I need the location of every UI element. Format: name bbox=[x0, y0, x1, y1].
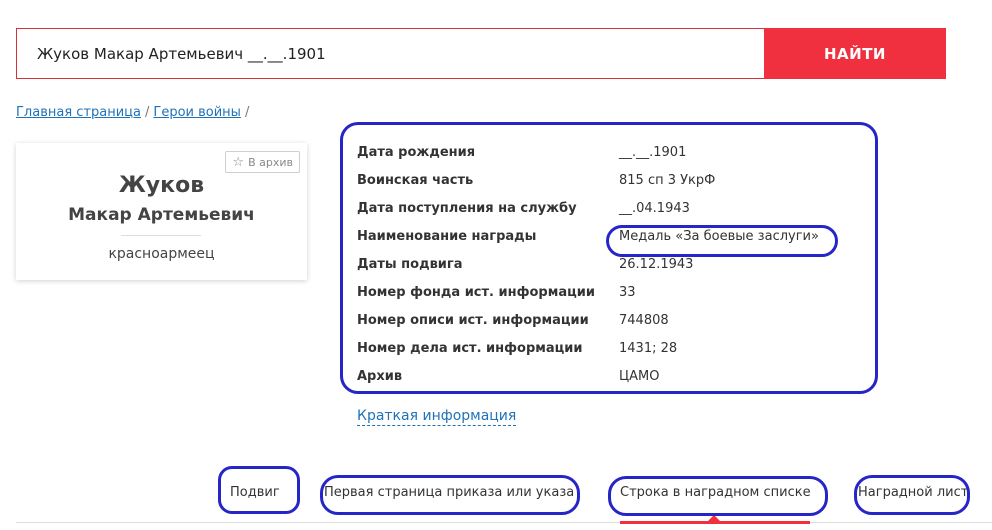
tab-feat[interactable]: Подвиг bbox=[230, 485, 280, 500]
card-divider bbox=[121, 235, 201, 236]
archive-button-label: В архив bbox=[248, 155, 293, 169]
breadcrumb-separator: / bbox=[145, 105, 150, 120]
info-value: 744808 bbox=[619, 313, 669, 328]
tab-order-first-page[interactable]: Первая страница приказа или указа bbox=[324, 485, 574, 500]
info-value: 815 сп 3 УкрФ bbox=[619, 173, 716, 188]
tab-award-sheet[interactable]: Наградной лист bbox=[858, 485, 968, 500]
person-rank: красноармеец bbox=[108, 246, 215, 262]
info-label: Номер фонда ист. информации bbox=[357, 285, 595, 300]
info-label: Номер описи ист. информации bbox=[357, 313, 589, 328]
info-value: 33 bbox=[619, 285, 636, 300]
info-label: Дата рождения bbox=[357, 145, 476, 160]
active-tab-caret-icon bbox=[707, 515, 721, 522]
info-label: Дата поступления на службу bbox=[357, 201, 577, 216]
info-value: __.__.1901 bbox=[619, 145, 687, 160]
person-surname: Жуков bbox=[118, 173, 205, 198]
info-label: Номер дела ист. информации bbox=[357, 341, 583, 356]
info-value: 1431; 28 bbox=[619, 341, 678, 356]
short-info-link[interactable]: Краткая информация bbox=[357, 408, 517, 426]
breadcrumb: Главная страница / Герои войны / bbox=[16, 105, 253, 120]
search-input[interactable]: Жуков Макар Артемьевич __.__.1901 bbox=[16, 28, 764, 79]
breadcrumb-section-link[interactable]: Герои войны bbox=[153, 105, 241, 120]
info-value: 26.12.1943 bbox=[619, 257, 694, 272]
person-given-names: Макар Артемьевич bbox=[68, 205, 255, 225]
info-label: Воинская часть bbox=[357, 173, 474, 188]
info-value: ЦАМО bbox=[619, 369, 660, 384]
breadcrumb-home-link[interactable]: Главная страница bbox=[16, 105, 141, 120]
info-label: Даты подвига bbox=[357, 257, 463, 272]
info-label: Наименование награды bbox=[357, 229, 537, 244]
tab-bar-divider bbox=[16, 522, 992, 523]
tab-award-list-row[interactable]: Строка в наградном списке bbox=[620, 485, 811, 500]
star-icon: ☆ bbox=[232, 154, 245, 170]
breadcrumb-separator: / bbox=[244, 105, 250, 120]
search-button[interactable]: НАЙТИ bbox=[764, 28, 946, 79]
info-value: Медаль «За боевые заслуги» bbox=[619, 229, 819, 244]
add-to-archive-button[interactable]: ☆ В архив bbox=[225, 151, 300, 173]
person-card: ☆ В архив Жуков Макар Артемьевич красноа… bbox=[16, 143, 307, 280]
info-label: Архив bbox=[357, 369, 403, 384]
info-value: __.04.1943 bbox=[619, 201, 690, 216]
